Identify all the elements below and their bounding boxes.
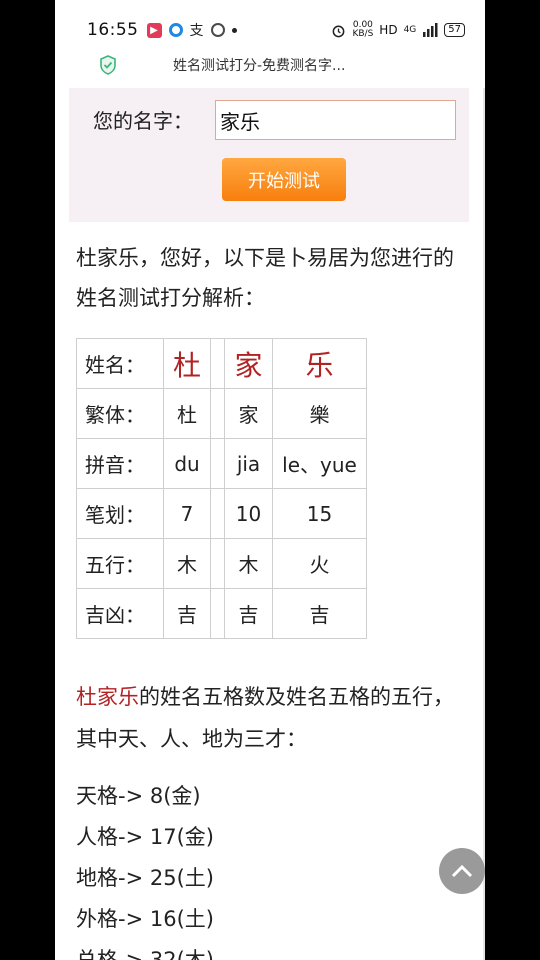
alarm-icon: [333, 25, 345, 37]
grid-line-zong: 总格-> 32(木): [76, 948, 214, 960]
table-cell-text: 笔划：: [85, 503, 145, 527]
notification-icons: ▶ 支: [146, 22, 237, 39]
chevron-up-icon: [451, 864, 473, 878]
table-cell-spacer: [210, 388, 225, 439]
table-cell-spacer: [210, 488, 225, 539]
table-cell-char-2: jia: [224, 438, 273, 489]
table-cell-spacer: [210, 538, 225, 589]
table-cell-char-2: 10: [224, 488, 273, 539]
table-cell-char-2: 木: [224, 538, 273, 589]
table-cell-text: 五行：: [85, 553, 145, 577]
table-row-header: 姓名：: [76, 338, 164, 389]
table-cell-text: 家: [238, 403, 259, 427]
table-cell-char-2: 吉: [224, 588, 273, 639]
table-cell-char-3: 乐: [272, 338, 367, 389]
table-row: 繁体： 杜 家 樂: [76, 388, 367, 439]
shield-check-icon: [100, 55, 116, 75]
table-cell-char-3: le、yue: [272, 438, 367, 489]
table-cell-spacer: [210, 588, 225, 639]
speed-unit: KB/S: [352, 29, 374, 39]
table-cell-text: le、yue: [282, 453, 357, 477]
table-cell-text: 15: [306, 501, 333, 526]
table-row: 笔划： 7 10 15: [76, 488, 367, 539]
table-cell-char-1: 7: [163, 488, 211, 539]
status-time: 16:55: [87, 20, 139, 40]
table-cell-text: 吉凶：: [85, 603, 145, 627]
signal-icon: [423, 23, 438, 37]
back-to-top-button[interactable]: [439, 848, 485, 894]
table-row: 吉凶： 吉 吉 吉: [76, 588, 367, 639]
table-cell-char-1: 杜: [163, 338, 211, 389]
table-row: 五行： 木 木 火: [76, 538, 367, 589]
more-notifications-icon: [231, 27, 237, 33]
status-right: 0.00 KB/S HD 4G 57: [331, 21, 465, 39]
camera-app-icon: [210, 23, 225, 37]
table-cell-text: 吉: [177, 603, 197, 627]
start-test-button[interactable]: 开始测试: [222, 158, 346, 201]
page-content[interactable]: 您的名字： 开始测试 杜家乐，您好，以下是卜易居为您进行的姓名测试打分解析： 姓…: [55, 88, 485, 960]
video-app-icon: ▶: [146, 22, 162, 38]
grid-line-di: 地格-> 25(土): [76, 866, 214, 890]
table-row-header: 五行：: [76, 538, 164, 589]
scrollbar[interactable]: [483, 88, 485, 960]
table-cell-text: 吉: [309, 603, 330, 627]
table-cell-spacer: [210, 438, 225, 489]
table-cell-text: 木: [177, 553, 197, 577]
network-speed: 0.00 KB/S: [352, 21, 373, 39]
title-bar: 姓名测试打分-免费测名字...: [55, 42, 485, 88]
table-cell-text: 家: [234, 348, 263, 382]
table-cell-char-3: 15: [272, 488, 367, 539]
table-row-header: 繁体：: [76, 388, 164, 439]
table-cell-text: 7: [180, 501, 194, 526]
table-cell-text: 吉: [238, 603, 259, 627]
table-row-header: 拼音：: [76, 438, 164, 489]
table-cell-text: 樂: [309, 403, 330, 427]
table-cell-char-3: 吉: [272, 588, 367, 639]
grid-intro: 杜家乐的姓名五格数及姓名五格的五行，其中天、人、地为三才：: [76, 676, 466, 760]
table-cell-char-1: 杜: [163, 388, 211, 439]
table-cell-char-2: 家: [224, 388, 273, 439]
table-cell-char-1: du: [163, 438, 211, 489]
table-cell-text: 火: [309, 553, 330, 577]
alipay-app-icon: 支: [189, 23, 204, 39]
name-form: 您的名字： 开始测试: [69, 88, 469, 222]
table-cell-text: 10: [235, 501, 262, 526]
table-cell-char-3: 火: [272, 538, 367, 589]
grid-line-wai: 外格-> 16(土): [76, 907, 214, 931]
table-cell-char-3: 樂: [272, 388, 367, 439]
table-cell-char-2: 家: [224, 338, 273, 389]
table-cell-text: 木: [238, 553, 259, 577]
table-cell-spacer: [210, 338, 225, 389]
table-row: 姓名： 杜家 乐: [76, 338, 367, 389]
name-input[interactable]: [215, 100, 456, 140]
name-highlight: 杜家乐: [76, 685, 139, 709]
table-cell-text: 拼音：: [85, 453, 145, 477]
grid-line-tian: 天格-> 8(金): [76, 784, 201, 808]
table-cell-text: 乐: [305, 348, 334, 382]
intro-text: 杜家乐，您好，以下是卜易居为您进行的姓名测试打分解析：: [76, 246, 454, 310]
name-label: 您的名字：: [93, 109, 193, 133]
page-title[interactable]: 姓名测试打分-免费测名字...: [173, 55, 345, 75]
table-cell-char-1: 吉: [163, 588, 211, 639]
phone-screen: 16:55 ▶ 支 0.00 KB/S HD 4G 57 姓名测试打分-免费测名…: [55, 0, 485, 960]
table-row: 拼音： du jia le、yue: [76, 438, 367, 489]
table-row-header: 吉凶：: [76, 588, 164, 639]
table-cell-char-1: 木: [163, 538, 211, 589]
grid-list: 天格-> 8(金) 人格-> 17(金) 地格-> 25(土) 外格-> 16(…: [76, 776, 214, 960]
table-row-header: 笔划：: [76, 488, 164, 539]
table-cell-text: 杜: [177, 403, 197, 427]
table-cell-text: 杜: [172, 348, 201, 382]
battery-indicator: 57: [444, 23, 465, 37]
name-analysis-table: 姓名：杜家乐繁体：杜家樂拼音： du jia le、yue 笔划： 7 10 15 五行：木木火…: [76, 338, 367, 639]
hd-indicator: HD: [379, 23, 398, 37]
network-type: 4G: [403, 25, 417, 35]
browser-app-icon: [168, 23, 183, 37]
table-cell-text: jia: [236, 451, 261, 476]
table-cell-text: du: [174, 451, 200, 476]
table-cell-text: 繁体：: [85, 403, 145, 427]
table-cell-text: 姓名：: [85, 353, 145, 377]
grid-line-ren: 人格-> 17(金): [76, 825, 214, 849]
